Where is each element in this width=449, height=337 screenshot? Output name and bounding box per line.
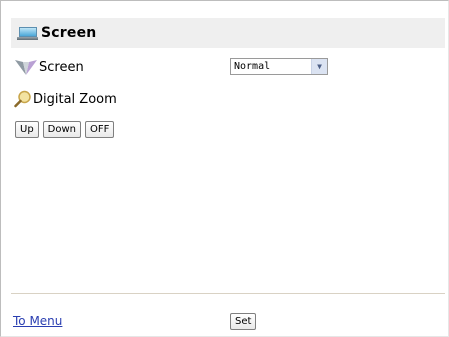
zoom-up-button[interactable]: Up bbox=[15, 121, 39, 138]
zoom-buttons: Up Down OFF bbox=[15, 121, 115, 138]
to-menu-link[interactable]: To Menu bbox=[13, 314, 62, 328]
zoom-off-button[interactable]: OFF bbox=[85, 121, 115, 138]
digital-zoom-label: Digital Zoom bbox=[33, 91, 117, 107]
monitor-icon bbox=[17, 26, 38, 40]
screen-mode-select[interactable]: Normal ▼ bbox=[230, 58, 328, 75]
screen-setting-label: Screen bbox=[39, 59, 84, 75]
section-title: Screen bbox=[41, 25, 97, 41]
page-frame bbox=[0, 0, 449, 337]
chevron-down-icon[interactable]: ▼ bbox=[311, 59, 327, 74]
digital-zoom-row: Digital Zoom bbox=[14, 89, 117, 109]
magnifier-icon bbox=[14, 90, 31, 108]
zoom-down-button[interactable]: Down bbox=[42, 121, 82, 138]
set-button[interactable]: Set bbox=[230, 313, 257, 330]
screen-setting-row: Screen bbox=[14, 57, 84, 77]
screen-icon bbox=[15, 60, 37, 75]
screen-mode-value: Normal bbox=[234, 61, 271, 72]
divider bbox=[11, 293, 445, 294]
section-header: Screen bbox=[11, 18, 445, 48]
